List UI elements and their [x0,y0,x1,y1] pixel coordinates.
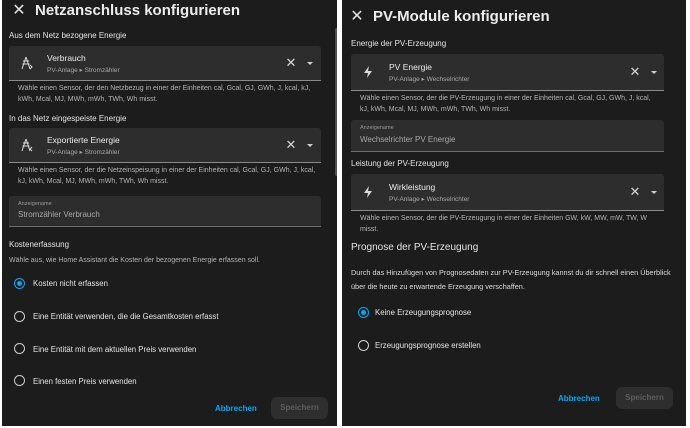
save-button[interactable]: Speichern [616,387,673,409]
scrollbar[interactable] [335,28,337,176]
display-name-field[interactable]: Anzeigename Stromzähler Verbrauch [9,196,321,227]
section-title-pv-power: Leistung der PV-Erzeugung [351,159,449,168]
lightning-bolt-icon [364,66,372,78]
dialog-title: PV-Module konfigurieren [373,8,550,25]
picker-entity-context: PV-Anlage ▸ Stromzähler [47,67,120,74]
picker-entity-name: Exportierte Energie [47,135,120,145]
close-icon[interactable]: ✕ [348,8,366,26]
entity-picker-pv-energy[interactable]: PV Energie PV-Anlage ▸ Wechselrichter ✕ [351,54,664,91]
radio-no-forecast[interactable] [358,307,369,318]
picker-entity-context: PV-Anlage ▸ Wechselrichter [389,76,470,83]
cost-section-title: Kostenerfassung [9,240,70,249]
picker-entity-context: PV-Anlage ▸ Wechselrichter [389,196,470,203]
entity-picker-export[interactable]: Exportierte Energie PV-Anlage ▸ Stromzäh… [9,128,321,163]
forecast-section-title: Prognose der PV-Erzeugung [351,242,479,253]
clear-icon[interactable]: ✕ [629,65,641,78]
clear-icon[interactable]: ✕ [285,56,297,69]
radio-no-cost[interactable] [14,278,25,289]
radio-label: Erzeugungsprognose erstellen [375,341,481,350]
clear-icon[interactable]: ✕ [285,138,297,151]
radio-total-cost-entity[interactable] [14,311,25,322]
radio-price-entity[interactable] [14,343,25,354]
helper-text: Wähle einen Sensor, der die PV-Erzeugung… [360,215,647,233]
lightning-bolt-icon [364,186,372,198]
radio-fixed-price[interactable] [14,375,25,386]
section-title-pv-energy: Energie der PV-Erzeugung [351,39,447,48]
field-label: Anzeigename [18,201,52,207]
transmission-tower-export-icon [21,138,33,152]
field-value: Wechselrichter PV Energie [360,135,456,144]
display-name-field[interactable]: Anzeigename Wechselrichter PV Energie [351,120,664,152]
dropdown-arrow-icon[interactable] [307,144,313,147]
radio-label: Kosten nicht erfassen [33,279,108,288]
dropdown-arrow-icon[interactable] [651,71,657,74]
cost-description: Wähle aus, wie Home Assistant die Kosten… [9,257,260,264]
helper-text: Wähle einen Sensor, der den Netzbezug in… [18,85,311,103]
cancel-button[interactable]: Abbrechen [215,404,257,413]
dropdown-arrow-icon[interactable] [651,191,657,194]
save-button[interactable]: Speichern [271,397,328,419]
section-title-grid-import: Aus dem Netz bezogene Energie [9,31,127,40]
field-value: Stromzähler Verbrauch [18,210,100,219]
radio-create-forecast[interactable] [358,340,369,351]
dialog-title: Netzanschluss konfigurieren [35,2,241,19]
picker-entity-name: Wirkleistung [389,182,436,192]
radio-label: Keine Erzeugungsprognose [375,308,472,317]
entity-picker-consumption[interactable]: Verbrauch PV-Anlage ▸ Stromzähler ✕ [9,46,321,81]
picker-entity-name: PV Energie [389,62,432,72]
field-label: Anzeigename [360,125,394,131]
radio-label: Eine Entität mit dem aktuellen Preis ver… [33,345,197,354]
section-title-grid-export: In das Netz eingespeiste Energie [9,114,127,123]
picker-entity-context: PV-Anlage ▸ Stromzähler [47,149,120,156]
grid-connection-dialog: ✕ Netzanschluss konfigurieren Aus dem Ne… [2,0,337,426]
entity-picker-pv-power[interactable]: Wirkleistung PV-Anlage ▸ Wechselrichter … [351,174,664,211]
clear-icon[interactable]: ✕ [629,185,641,198]
cancel-button[interactable]: Abbrechen [558,394,600,403]
transmission-tower-import-icon [21,56,33,70]
helper-text: Wähle einen Sensor, der die PV-Erzeugung… [360,95,651,113]
radio-label: Einen festen Preis verwenden [33,377,137,386]
dialog-header: ✕ Netzanschluss konfigurieren [2,0,337,26]
dialog-header: ✕ PV-Module konfigurieren [342,0,686,26]
helper-text: Wähle einen Sensor, der die Netzeinspeis… [18,167,316,185]
close-icon[interactable]: ✕ [10,2,28,20]
forecast-description: Durch das Hinzufügen von Prognosedaten z… [351,268,671,291]
dropdown-arrow-icon[interactable] [307,62,313,65]
picker-entity-name: Verbrauch [47,53,86,63]
pv-modules-dialog: ✕ PV-Module konfigurieren Energie der PV… [342,0,686,426]
radio-label: Eine Entität verwenden, die die Gesamtko… [33,312,219,321]
